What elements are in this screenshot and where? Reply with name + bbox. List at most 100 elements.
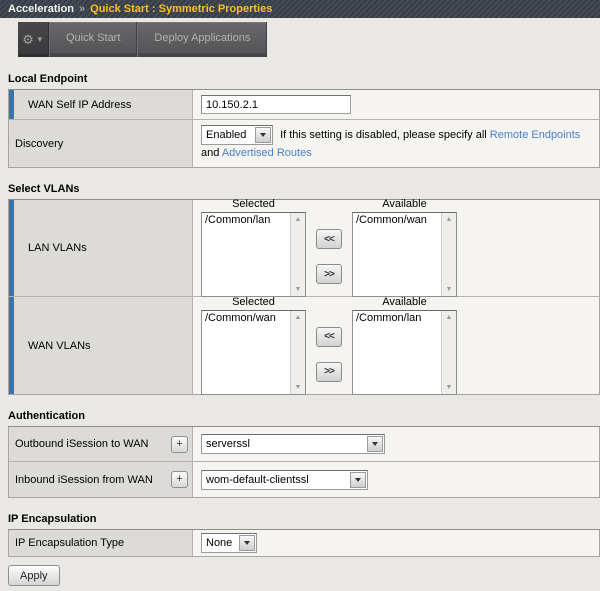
selected-header: Selected — [201, 198, 306, 210]
move-to-selected-button[interactable]: << — [316, 327, 342, 347]
discovery-help-text-1: If this setting is disabled, please spec… — [280, 129, 487, 141]
scroll-down-icon[interactable]: ▼ — [295, 286, 302, 293]
lan-vlans-available-listbox[interactable]: /Common/wan ▲ ▼ — [352, 212, 457, 297]
lan-vlans-label-cell: LAN VLANs — [9, 200, 193, 296]
list-item[interactable]: /Common/lan — [202, 214, 290, 226]
row-wan-vlans: WAN VLANs Selected /Common/wan ▲ — [9, 297, 599, 394]
row-inbound-isession: Inbound iSession from WAN + wom-default-… — [9, 462, 599, 497]
row-lan-vlans: LAN VLANs Selected /Common/lan ▲ — [9, 200, 599, 297]
lan-vlans-value-cell: Selected /Common/lan ▲ ▼ — [193, 200, 599, 296]
tab-quick-start-label: Quick Start — [66, 32, 120, 44]
discovery-value-cell: Enabled If this setting is disabled, ple… — [193, 120, 599, 167]
wan-self-ip-label-cell: WAN Self IP Address — [9, 90, 193, 119]
move-to-available-button[interactable]: >> — [316, 264, 342, 284]
scroll-down-icon[interactable]: ▼ — [295, 384, 302, 391]
wan-vlans-dual-list: Selected /Common/wan ▲ ▼ — [201, 295, 457, 397]
outbound-isession-select-value: serverssl — [202, 438, 366, 450]
tab-deploy-applications-label: Deploy Applications — [154, 32, 250, 44]
dropdown-arrow-icon — [239, 535, 255, 551]
dropdown-arrow-icon — [255, 127, 271, 143]
listbox-items: /Common/wan — [353, 213, 441, 296]
authentication-table: Outbound iSession to WAN + serverssl Inb… — [8, 427, 600, 498]
tab-quick-start[interactable]: Quick Start — [49, 22, 137, 57]
move-to-available-button[interactable]: >> — [316, 362, 342, 382]
scroll-up-icon[interactable]: ▲ — [446, 314, 453, 321]
scrollbar[interactable]: ▲ ▼ — [290, 311, 305, 394]
outbound-isession-label: Outbound iSession to WAN — [15, 438, 149, 450]
wan-vlans-available-column: Available /Common/lan ▲ ▼ — [352, 295, 457, 395]
listbox-items: /Common/lan — [202, 213, 290, 296]
move-to-selected-button[interactable]: << — [316, 229, 342, 249]
required-marker — [9, 90, 14, 119]
lan-vlans-selected-listbox[interactable]: /Common/lan ▲ ▼ — [201, 212, 306, 297]
listbox-items: /Common/lan — [353, 311, 441, 394]
section-title-ip-encapsulation: IP Encapsulation — [8, 513, 600, 530]
discovery-label-cell: Discovery — [9, 120, 193, 167]
wan-vlans-label-cell: WAN VLANs — [9, 297, 193, 394]
tab-bar: ⚙ ▼ Quick Start Deploy Applications — [0, 18, 600, 58]
discovery-help-text-2: and — [201, 147, 219, 159]
section-title-authentication: Authentication — [8, 410, 600, 427]
row-discovery: Discovery Enabled If this setting is dis… — [9, 120, 599, 167]
scroll-down-icon[interactable]: ▼ — [446, 384, 453, 391]
lan-vlans-selected-column: Selected /Common/lan ▲ ▼ — [201, 197, 306, 297]
inbound-isession-label-cell: Inbound iSession from WAN + — [9, 462, 193, 497]
scroll-down-icon[interactable]: ▼ — [446, 286, 453, 293]
outbound-isession-select[interactable]: serverssl — [201, 434, 385, 454]
chevron-down-icon: ▼ — [36, 35, 44, 44]
local-endpoint-table: WAN Self IP Address Discovery Enabled If… — [8, 90, 600, 168]
advertised-routes-link[interactable]: Advertised Routes — [222, 147, 312, 159]
section-title-local-endpoint: Local Endpoint — [8, 73, 600, 90]
list-item[interactable]: /Common/wan — [202, 312, 290, 324]
screen: Acceleration»Quick Start : Symmetric Pro… — [0, 0, 600, 591]
wan-vlans-label: WAN VLANs — [28, 340, 91, 352]
inbound-isession-select-value: wom-default-clientssl — [202, 474, 349, 486]
breadcrumb-section-acceleration[interactable]: Acceleration — [8, 3, 74, 15]
row-outbound-isession: Outbound iSession to WAN + serverssl — [9, 427, 599, 462]
selected-header: Selected — [201, 296, 306, 308]
outbound-isession-add-button[interactable]: + — [171, 436, 188, 453]
select-vlans-table: LAN VLANs Selected /Common/lan ▲ — [8, 200, 600, 395]
tab-deploy-applications[interactable]: Deploy Applications — [137, 22, 267, 57]
inbound-isession-add-button[interactable]: + — [171, 471, 188, 488]
discovery-select-value: Enabled — [202, 127, 254, 144]
ip-encapsulation-table: IP Encapsulation Type None — [8, 530, 600, 557]
wan-vlans-selected-column: Selected /Common/wan ▲ ▼ — [201, 295, 306, 395]
list-item[interactable]: /Common/wan — [353, 214, 441, 226]
available-header: Available — [352, 198, 457, 210]
scrollbar[interactable]: ▲ ▼ — [441, 311, 456, 394]
lan-vlans-label: LAN VLANs — [28, 242, 87, 254]
required-marker — [9, 200, 14, 296]
list-item[interactable]: /Common/lan — [353, 312, 441, 324]
ip-encapsulation-type-label-cell: IP Encapsulation Type — [9, 530, 193, 556]
available-header: Available — [352, 296, 457, 308]
wan-self-ip-input[interactable] — [201, 95, 351, 114]
row-wan-self-ip: WAN Self IP Address — [9, 90, 599, 120]
listbox-items: /Common/wan — [202, 311, 290, 394]
scroll-up-icon[interactable]: ▲ — [446, 216, 453, 223]
gear-menu-button[interactable]: ⚙ ▼ — [18, 22, 49, 57]
inbound-isession-select[interactable]: wom-default-clientssl — [201, 470, 368, 490]
apply-button[interactable]: Apply — [8, 565, 60, 586]
lan-vlans-move-buttons: << >> — [306, 214, 352, 299]
breadcrumb-page-title: Quick Start : Symmetric Properties — [90, 3, 272, 15]
outbound-isession-label-cell: Outbound iSession to WAN + — [9, 427, 193, 461]
ip-encapsulation-type-select[interactable]: None — [201, 533, 257, 553]
ip-encapsulation-type-select-value: None — [202, 537, 238, 549]
page-content: Local Endpoint WAN Self IP Address Disco… — [0, 73, 600, 586]
breadcrumb: Acceleration»Quick Start : Symmetric Pro… — [0, 0, 600, 18]
scrollbar[interactable]: ▲ ▼ — [441, 213, 456, 296]
required-marker — [9, 297, 14, 394]
wan-vlans-available-listbox[interactable]: /Common/lan ▲ ▼ — [352, 310, 457, 395]
row-ip-encapsulation-type: IP Encapsulation Type None — [9, 530, 599, 556]
scroll-up-icon[interactable]: ▲ — [295, 216, 302, 223]
discovery-select[interactable]: Enabled — [201, 125, 273, 145]
inbound-isession-value-cell: wom-default-clientssl — [193, 462, 599, 497]
wan-self-ip-value-cell — [193, 90, 599, 119]
wan-vlans-selected-listbox[interactable]: /Common/wan ▲ ▼ — [201, 310, 306, 395]
lan-vlans-available-column: Available /Common/wan ▲ ▼ — [352, 197, 457, 297]
remote-endpoints-link[interactable]: Remote Endpoints — [490, 129, 581, 141]
ip-encapsulation-type-label: IP Encapsulation Type — [15, 537, 124, 549]
scrollbar[interactable]: ▲ ▼ — [290, 213, 305, 296]
scroll-up-icon[interactable]: ▲ — [295, 314, 302, 321]
